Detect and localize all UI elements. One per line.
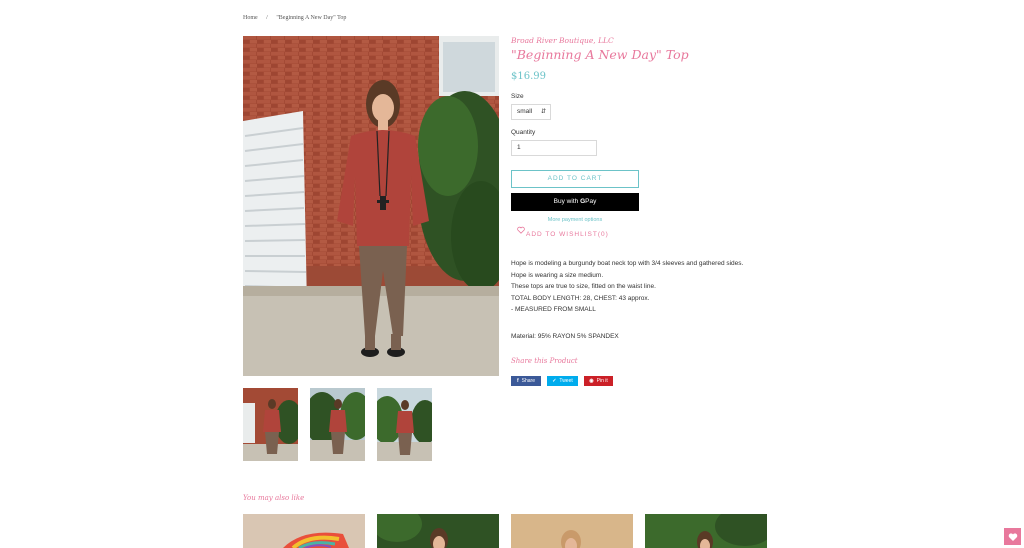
breadcrumb-home-link[interactable]: Home xyxy=(243,15,258,21)
breadcrumb-current: "Beginning A New Day" Top xyxy=(276,15,347,21)
description-line: Hope is modeling a burgundy boat neck to… xyxy=(511,260,744,267)
quantity-label: Quantity xyxy=(511,129,536,136)
more-payment-options-link[interactable]: More payment options xyxy=(511,217,639,223)
vendor-name[interactable]: Broad River Boutique, LLC xyxy=(511,36,614,45)
size-selected-value: small xyxy=(517,108,533,115)
related-product-2[interactable] xyxy=(377,514,499,548)
main-product-image[interactable] xyxy=(243,36,499,376)
add-to-cart-button[interactable]: ADD TO CART xyxy=(511,170,639,188)
twitter-tweet-label: Tweet xyxy=(559,378,573,384)
add-to-wishlist-link[interactable]: ADD TO WISHLIST(0) xyxy=(526,231,609,238)
thumbnail-2[interactable] xyxy=(310,388,365,461)
twitter-icon: ✓ xyxy=(552,378,557,384)
related-products-heading: You may also like xyxy=(243,494,305,502)
product-title: "Beginning A New Day" Top xyxy=(511,47,689,62)
size-label: Size xyxy=(511,93,524,100)
select-caret-icon: ⇵ xyxy=(540,109,546,115)
facebook-share-label: Share xyxy=(521,378,535,384)
heart-outline-icon[interactable] xyxy=(517,226,525,234)
heart-icon xyxy=(1008,532,1017,541)
product-price: $16.99 xyxy=(511,71,546,82)
product-description: Hope is modeling a burgundy boat neck to… xyxy=(511,258,781,316)
thumbnail-3[interactable] xyxy=(377,388,432,461)
buy-with-gpay-button[interactable]: Buy with GPay xyxy=(511,193,639,211)
quantity-input[interactable]: 1 xyxy=(511,140,597,156)
gpay-pay-text: Pay xyxy=(585,198,597,205)
gpay-buy-with-text: Buy with xyxy=(553,198,579,205)
floating-wishlist-button[interactable] xyxy=(1004,528,1021,545)
description-line: Hope is wearing a size medium. xyxy=(511,271,604,279)
description-line: TOTAL BODY LENGTH: 28, CHEST: 43 approx. xyxy=(511,294,650,302)
facebook-icon: f xyxy=(516,378,519,384)
breadcrumb-separator: / xyxy=(266,15,268,21)
related-product-1[interactable] xyxy=(243,514,365,548)
description-line: - MEASURED FROM SMALL xyxy=(511,306,596,313)
product-material: Material: 95% RAYON 5% SPANDEX xyxy=(511,333,619,340)
pinterest-pin-label: Pin it xyxy=(596,378,608,384)
related-product-3[interactable] xyxy=(511,514,633,548)
description-line: These tops are true to size, fitted on t… xyxy=(511,283,656,290)
related-product-4[interactable] xyxy=(645,514,767,548)
thumbnail-1[interactable] xyxy=(243,388,298,461)
share-heading: Share this Product xyxy=(511,357,578,365)
breadcrumb: Home / "Beginning A New Day" Top xyxy=(243,15,346,21)
facebook-share-button[interactable]: f Share xyxy=(511,376,541,386)
pinterest-pin-button[interactable]: ◉ Pin it xyxy=(584,376,613,386)
size-select[interactable]: small ⇵ xyxy=(511,104,551,120)
twitter-tweet-button[interactable]: ✓ Tweet xyxy=(547,376,578,386)
pinterest-icon: ◉ xyxy=(589,378,594,384)
